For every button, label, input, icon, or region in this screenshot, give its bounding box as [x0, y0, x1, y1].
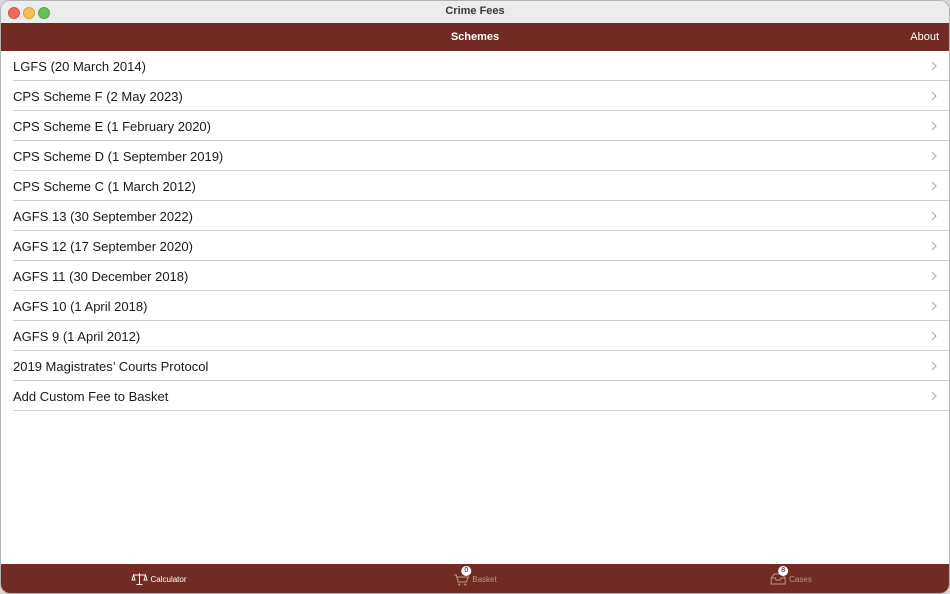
tab-label: Basket — [472, 574, 497, 584]
list-item-label: Add Custom Fee to Basket — [13, 389, 169, 404]
inbox-icon: 8 — [770, 566, 789, 586]
chevron-right-icon — [931, 181, 937, 191]
list-item[interactable]: AGFS 12 (17 September 2020) — [1, 231, 949, 261]
list-item-label: CPS Scheme C (1 March 2012) — [13, 179, 196, 194]
list-item[interactable]: AGFS 9 (1 April 2012) — [1, 321, 949, 351]
tab-cases[interactable]: 8 Cases — [633, 564, 949, 593]
chevron-right-icon — [931, 151, 937, 161]
list-item-label: CPS Scheme F (2 May 2023) — [13, 89, 183, 104]
tab-basket[interactable]: 0 Basket — [317, 564, 633, 593]
chevron-right-icon — [931, 301, 937, 311]
cases-count-badge: 8 — [778, 566, 789, 576]
list-item-label: AGFS 11 (30 December 2018) — [13, 269, 189, 284]
list-item-label: AGFS 13 (30 September 2022) — [13, 209, 193, 224]
list-item-label: AGFS 9 (1 April 2012) — [13, 329, 141, 344]
schemes-list: LGFS (20 March 2014) CPS Scheme F (2 May… — [1, 51, 949, 411]
window-title: Crime Fees — [445, 5, 505, 17]
title-bar: Crime Fees — [1, 1, 949, 24]
tab-label: Cases — [789, 574, 812, 584]
chevron-right-icon — [931, 331, 937, 341]
chevron-right-icon — [931, 391, 937, 401]
navigation-bar: Schemes About — [1, 23, 949, 51]
list-item[interactable]: AGFS 10 (1 April 2018) — [1, 291, 949, 321]
basket-count-badge: 0 — [461, 566, 472, 576]
basket-icon: 0 — [453, 566, 472, 586]
list-item[interactable]: 2019 Magistrates’ Courts Protocol — [1, 351, 949, 381]
list-item-label: AGFS 10 (1 April 2018) — [13, 299, 148, 314]
tab-label: Calculator — [150, 574, 187, 584]
list-item-label: LGFS (20 March 2014) — [13, 59, 146, 74]
app-window: Crime Fees Schemes About LGFS (20 March … — [0, 0, 950, 594]
list-item-label: 2019 Magistrates’ Courts Protocol — [13, 359, 209, 374]
scales-icon — [131, 572, 148, 586]
list-item[interactable]: LGFS (20 March 2014) — [1, 51, 949, 81]
list-item[interactable]: CPS Scheme D (1 September 2019) — [1, 141, 949, 171]
chevron-right-icon — [931, 121, 937, 131]
list-item[interactable]: AGFS 11 (30 December 2018) — [1, 261, 949, 291]
tab-bar: Calculator 0 Basket 8 Cases — [1, 564, 949, 593]
list-item[interactable]: AGFS 13 (30 September 2022) — [1, 201, 949, 231]
tab-calculator[interactable]: Calculator — [1, 564, 317, 593]
chevron-right-icon — [931, 61, 937, 71]
list-item-label: CPS Scheme D (1 September 2019) — [13, 149, 224, 164]
chevron-right-icon — [931, 91, 937, 101]
list-item[interactable]: CPS Scheme E (1 February 2020) — [1, 111, 949, 141]
chevron-right-icon — [931, 241, 937, 251]
list-item-label: AGFS 12 (17 September 2020) — [13, 239, 193, 254]
list-item[interactable]: CPS Scheme F (2 May 2023) — [1, 81, 949, 111]
list-item[interactable]: Add Custom Fee to Basket — [1, 381, 949, 411]
about-button[interactable]: About — [910, 31, 939, 43]
list-item[interactable]: CPS Scheme C (1 March 2012) — [1, 171, 949, 201]
chevron-right-icon — [931, 211, 937, 221]
chevron-right-icon — [931, 361, 937, 371]
list-item-label: CPS Scheme E (1 February 2020) — [13, 119, 211, 134]
page-title: Schemes — [450, 31, 500, 43]
chevron-right-icon — [931, 271, 937, 281]
